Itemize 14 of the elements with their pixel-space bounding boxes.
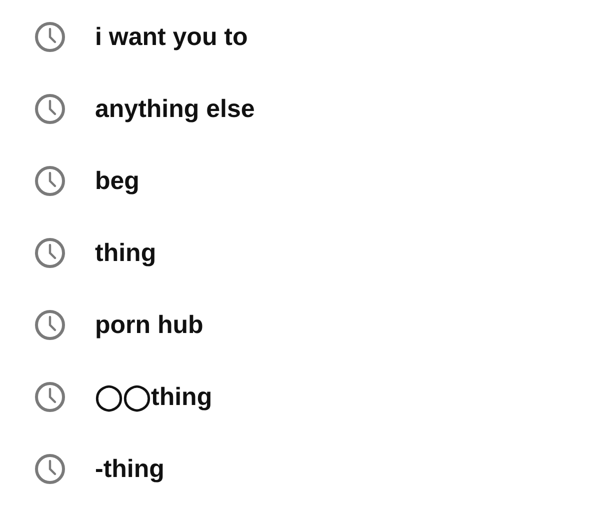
history-item[interactable]: -thing [95,454,164,484]
clock-icon [34,453,66,485]
history-item[interactable]: beg [95,166,140,196]
clock-icon [34,381,66,413]
clock-icon [34,309,66,341]
clock-icon [34,237,66,269]
history-item[interactable]: i want you to [95,22,248,52]
clock-icon [34,165,66,197]
history-item[interactable]: anything else [95,94,255,124]
clock-icon [34,21,66,53]
history-item[interactable]: porn hub [95,310,204,340]
history-item[interactable]: thing [95,238,156,268]
clock-icon [34,93,66,125]
history-item[interactable]: ◯◯thing [95,382,212,412]
